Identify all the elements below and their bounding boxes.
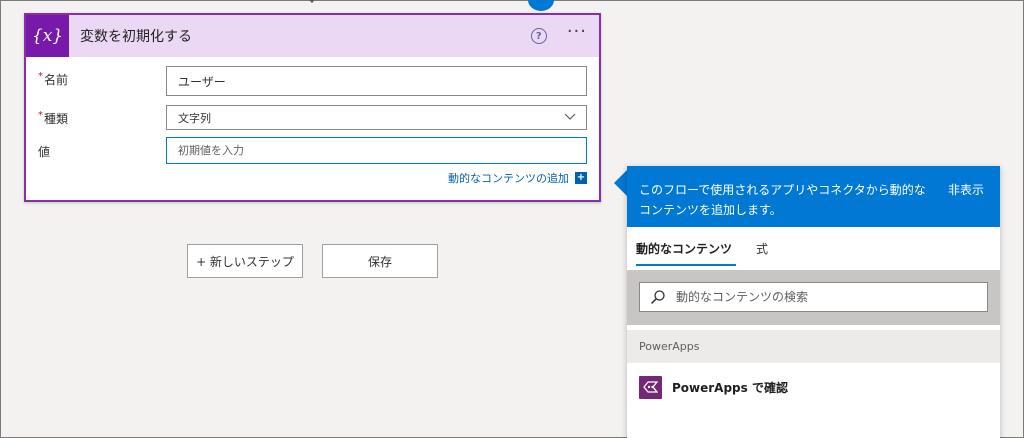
type-select-value: 文字列 <box>178 111 211 125</box>
value-label-text: 値 <box>38 145 51 159</box>
variable-icon: {x} <box>26 15 69 57</box>
card-title: 変数を初期化する <box>80 29 192 45</box>
save-button[interactable]: 保存 <box>322 244 438 278</box>
value-input[interactable] <box>178 144 586 157</box>
search-input[interactable] <box>676 290 956 304</box>
initialize-variable-card: {x} 変数を初期化する ? ··· *名前 ユーザー *種類 文字列 値 動的… <box>24 13 601 202</box>
search-box[interactable] <box>639 282 988 312</box>
help-icon[interactable]: ? <box>530 28 547 44</box>
add-dynamic-content-link[interactable]: 動的なコンテンツの追加 + <box>448 170 587 186</box>
powerapps-icon <box>639 375 662 399</box>
value-label: 値 <box>38 143 50 160</box>
value-field[interactable] <box>166 137 587 164</box>
tab-expression[interactable]: 式 <box>756 230 768 267</box>
hide-panel-link[interactable]: 非表示 <box>948 180 984 200</box>
required-mark: * <box>38 110 43 121</box>
panel-pointer <box>614 169 628 197</box>
list-item[interactable]: PowerApps で確認 <box>627 367 1000 407</box>
type-label-text: 種類 <box>44 112 69 126</box>
search-zone <box>627 270 1000 325</box>
item-label: PowerApps で確認 <box>672 380 788 395</box>
connector-arrow-icon <box>309 0 315 4</box>
section-header-powerapps: PowerApps <box>627 330 1000 363</box>
tab-dynamic-content[interactable]: 動的なコンテンツ <box>636 230 737 267</box>
panel-header: このフローで使用されるアプリやコネクタから動的なコンテンツを追加します。 非表示 <box>627 166 1000 227</box>
panel-tabs: 動的なコンテンツ 式 <box>627 227 1000 270</box>
new-step-button[interactable]: + 新しいステップ <box>187 244 303 278</box>
panel-description: このフローで使用されるアプリやコネクタから動的なコンテンツを追加します。 <box>639 183 926 217</box>
dynamic-content-panel: このフローで使用されるアプリやコネクタから動的なコンテンツを追加します。 非表示… <box>627 166 1000 438</box>
search-icon <box>650 290 665 305</box>
name-field[interactable]: ユーザー <box>166 66 587 96</box>
name-field-value: ユーザー <box>178 74 226 89</box>
type-label: *種類 <box>38 110 68 127</box>
add-dynamic-content-label: 動的なコンテンツの追加 <box>448 172 569 185</box>
card-header[interactable]: {x} 変数を初期化する ? ··· <box>26 15 599 57</box>
name-label: *名前 <box>38 71 68 88</box>
plus-icon[interactable]: + <box>575 172 587 184</box>
chevron-down-icon <box>564 113 576 120</box>
type-select[interactable]: 文字列 <box>166 105 587 130</box>
name-label-text: 名前 <box>44 73 69 87</box>
more-icon[interactable]: ··· <box>567 23 587 45</box>
add-step-badge[interactable] <box>528 0 554 11</box>
required-mark: * <box>38 71 43 82</box>
